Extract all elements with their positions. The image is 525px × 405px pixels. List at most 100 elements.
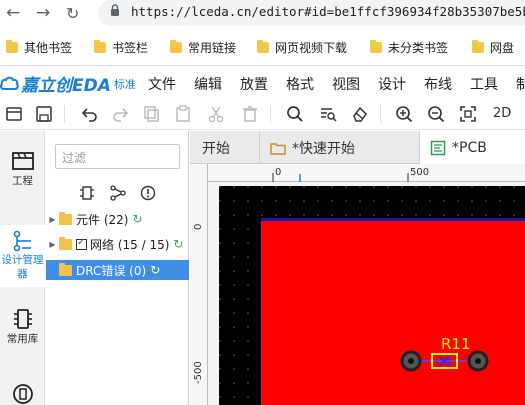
view-2d-button[interactable]: 2D xyxy=(493,106,511,121)
menu-file[interactable]: 文件 xyxy=(148,74,176,94)
filter-input[interactable]: 过滤 xyxy=(55,144,180,169)
pcb-canvas[interactable]: R11 0 500 0 -500 xyxy=(190,164,525,405)
search-icon[interactable] xyxy=(285,104,305,124)
new-file-icon[interactable] xyxy=(4,104,24,124)
find-replace-icon[interactable] xyxy=(318,104,338,124)
folder-icon xyxy=(472,39,484,53)
screen: ← → ↻ https://lceda.cn/editor#id=be1ffcf… xyxy=(0,0,525,405)
app-menu-bar: 嘉立创EDA 标准 文件 编辑 放置 格式 视图 设计 布线 工具 制 xyxy=(0,66,525,98)
left-nav-rail: 工程 设计管理器 常用库 xyxy=(0,131,45,405)
toolbar-divider xyxy=(380,105,381,123)
panel-tools xyxy=(80,185,160,201)
bookmark-folder[interactable]: 网页视频下载 xyxy=(257,39,347,55)
tree-label: 元件 (22) xyxy=(76,212,129,227)
rail-item-library[interactable]: 常用库 xyxy=(0,307,45,357)
bookmarks-bar: 其他书签 书签栏 常用链接 网页视频下载 未分类书签 网盘 xyxy=(0,26,525,66)
copper-pour[interactable] xyxy=(261,221,525,405)
main-toolbar: 2D xyxy=(0,98,525,130)
menu-place[interactable]: 放置 xyxy=(240,74,268,94)
bookmark-folder[interactable]: 网盘 xyxy=(472,39,514,55)
cloud-logo-icon xyxy=(0,76,19,90)
ruler-tick-label: 0 xyxy=(275,167,282,178)
bookmark-folder[interactable]: 未分类书签 xyxy=(370,39,448,55)
redo-icon[interactable] xyxy=(110,104,130,124)
forward-icon[interactable]: → xyxy=(36,3,50,23)
toolbar-divider xyxy=(270,105,271,123)
refresh-icon[interactable]: ↻ xyxy=(173,237,183,251)
lock-icon xyxy=(111,4,119,16)
zoom-out-icon[interactable] xyxy=(426,104,446,124)
net-icon[interactable] xyxy=(110,185,126,201)
ruler-tick-label: -500 xyxy=(193,361,204,384)
menu-tools[interactable]: 工具 xyxy=(470,74,498,94)
app-logo: 嘉立创EDA 标准 xyxy=(0,71,136,96)
refresh-icon[interactable]: ↻ xyxy=(150,263,160,277)
folder-icon xyxy=(170,39,182,53)
clear-icon[interactable] xyxy=(350,104,370,124)
editor-tabs: 开始 *快速开始 *PCB xyxy=(190,131,525,164)
folder-icon xyxy=(59,236,72,250)
rail-item-project[interactable]: 工程 xyxy=(0,149,45,201)
bookmark-folder[interactable]: 书签栏 xyxy=(94,39,148,55)
expand-arrow-icon[interactable]: ▶ xyxy=(46,240,59,249)
menu-edit[interactable]: 编辑 xyxy=(194,74,222,94)
alert-icon[interactable] xyxy=(140,185,156,201)
folder-icon xyxy=(257,39,269,53)
rail-label: 工程 xyxy=(12,175,33,187)
pcb-icon xyxy=(430,140,446,155)
rail-label: 设计管理器 xyxy=(1,254,44,280)
back-icon[interactable]: ← xyxy=(6,3,20,23)
folder-icon xyxy=(370,39,382,53)
logo-edition: 标准 xyxy=(113,77,136,91)
tree-item-components[interactable]: ▶ 元件 (22) ↻ xyxy=(46,209,189,229)
tab-label: *快速开始 xyxy=(292,140,355,157)
tree-item-drc-errors[interactable]: DRC错误 (0) ↻ xyxy=(46,260,189,280)
bookmark-folder[interactable]: 其他书签 xyxy=(6,39,72,55)
tab-start[interactable]: 开始 xyxy=(190,131,260,164)
library-icon xyxy=(13,309,32,329)
menu-route[interactable]: 布线 xyxy=(424,74,452,94)
ruler-vertical: 0 -500 xyxy=(190,164,208,405)
folder-icon xyxy=(94,39,106,53)
toolbar-divider xyxy=(64,105,65,123)
paste-icon[interactable] xyxy=(173,104,193,124)
tab-label: 开始 xyxy=(202,140,230,157)
save-icon[interactable] xyxy=(34,104,54,124)
tree-item-nets[interactable]: ▶ 网络 (15 / 15) ↻ xyxy=(46,234,189,254)
design-manager-icon xyxy=(13,230,31,252)
folder-icon xyxy=(59,262,72,276)
rail-item-design-manager[interactable]: 设计管理器 xyxy=(0,225,45,287)
menu-format[interactable]: 格式 xyxy=(286,74,314,94)
reload-icon[interactable]: ↻ xyxy=(66,4,79,23)
expand-arrow-icon[interactable]: ▶ xyxy=(46,215,59,224)
undo-icon[interactable] xyxy=(80,104,100,124)
cut-icon[interactable] xyxy=(206,104,226,124)
bookmark-folder[interactable]: 常用链接 xyxy=(170,39,236,55)
logo-name: 嘉立创EDA xyxy=(21,76,111,96)
tree-label: DRC错误 (0) xyxy=(76,263,147,278)
delete-icon[interactable] xyxy=(240,104,260,124)
tab-pcb[interactable]: *PCB xyxy=(420,131,525,164)
rail-item-more[interactable] xyxy=(0,383,45,405)
tab-quick-start[interactable]: *快速开始 xyxy=(260,131,420,164)
browser-address-bar: ← → ↻ https://lceda.cn/editor#id=be1ffcf… xyxy=(0,0,525,26)
design-manager-panel: 过滤 ▶ 元件 (22) ↻ ▶ ✓ 网络 (15 / 15) ↻ DRC错误 … xyxy=(46,131,189,405)
folder-icon xyxy=(270,142,286,155)
menu-more[interactable]: 制 xyxy=(516,74,525,94)
project-icon xyxy=(11,152,34,170)
net-visibility-checkbox[interactable] xyxy=(76,237,87,250)
menu-design[interactable]: 设计 xyxy=(378,74,406,94)
component-designator[interactable]: R11 xyxy=(441,335,471,353)
menu-view[interactable]: 视图 xyxy=(332,74,360,94)
copy-icon[interactable] xyxy=(142,104,162,124)
refresh-icon[interactable]: ↻ xyxy=(132,212,142,226)
ruler-tick-label: 500 xyxy=(410,167,430,178)
chip-icon[interactable] xyxy=(80,185,94,201)
zoom-in-icon[interactable] xyxy=(394,104,414,124)
ruler-horizontal: 0 500 xyxy=(190,164,525,182)
rail-label: 常用库 xyxy=(6,333,39,345)
component-icon xyxy=(12,384,33,404)
folder-icon xyxy=(6,39,18,53)
fit-view-icon[interactable] xyxy=(458,104,478,124)
folder-icon xyxy=(59,211,72,225)
